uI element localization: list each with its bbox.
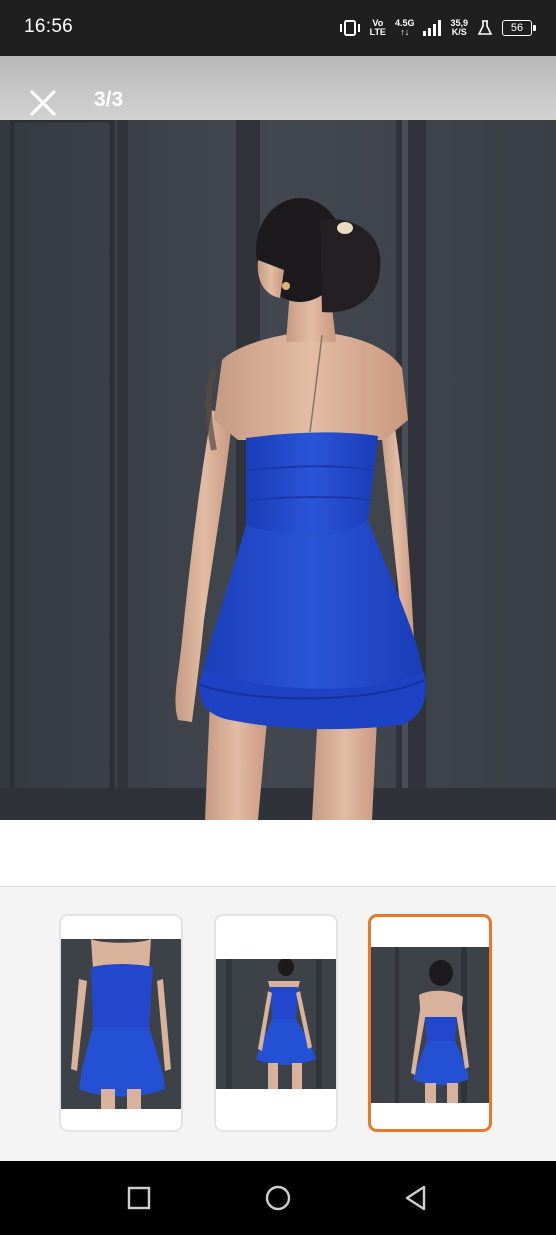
network-gen-indicator: 4.5G ↑↓ bbox=[394, 18, 415, 37]
back-icon[interactable] bbox=[401, 1183, 431, 1213]
photo-bottom-space bbox=[0, 820, 556, 886]
signal-icon bbox=[423, 20, 442, 36]
thumbnail-3-image bbox=[371, 947, 489, 1103]
home-icon[interactable] bbox=[263, 1183, 293, 1213]
main-product-photo[interactable] bbox=[0, 120, 556, 820]
battery-icon: 56 bbox=[502, 20, 536, 36]
thumbnail-2-image bbox=[216, 959, 336, 1089]
thumbnail-1[interactable] bbox=[59, 914, 183, 1132]
status-icons: Vo LTE 4.5G ↑↓ 35,9 K/S 56 bbox=[339, 14, 536, 42]
thumbnail-3[interactable] bbox=[368, 914, 492, 1132]
data-speed: 35,9 K/S bbox=[450, 18, 468, 37]
close-icon[interactable] bbox=[26, 86, 60, 120]
volte-indicator: Vo LTE bbox=[369, 18, 386, 37]
image-counter: 3/3 bbox=[94, 88, 124, 111]
flask-icon bbox=[477, 20, 493, 35]
recent-apps-icon[interactable] bbox=[124, 1183, 154, 1213]
thumbnail-2[interactable] bbox=[214, 914, 338, 1132]
product-photo-illustration bbox=[0, 120, 556, 820]
navigation-bar bbox=[0, 1161, 556, 1235]
thumbnail-1-image bbox=[61, 939, 181, 1109]
status-time: 16:56 bbox=[24, 16, 74, 37]
thumbnail-strip bbox=[0, 887, 556, 1161]
status-bar: 16:56 Vo LTE 4.5G ↑↓ 35,9 K/S 56 bbox=[0, 0, 556, 56]
viewer-header: 3/3 bbox=[0, 56, 556, 120]
vibrate-icon bbox=[339, 20, 360, 36]
